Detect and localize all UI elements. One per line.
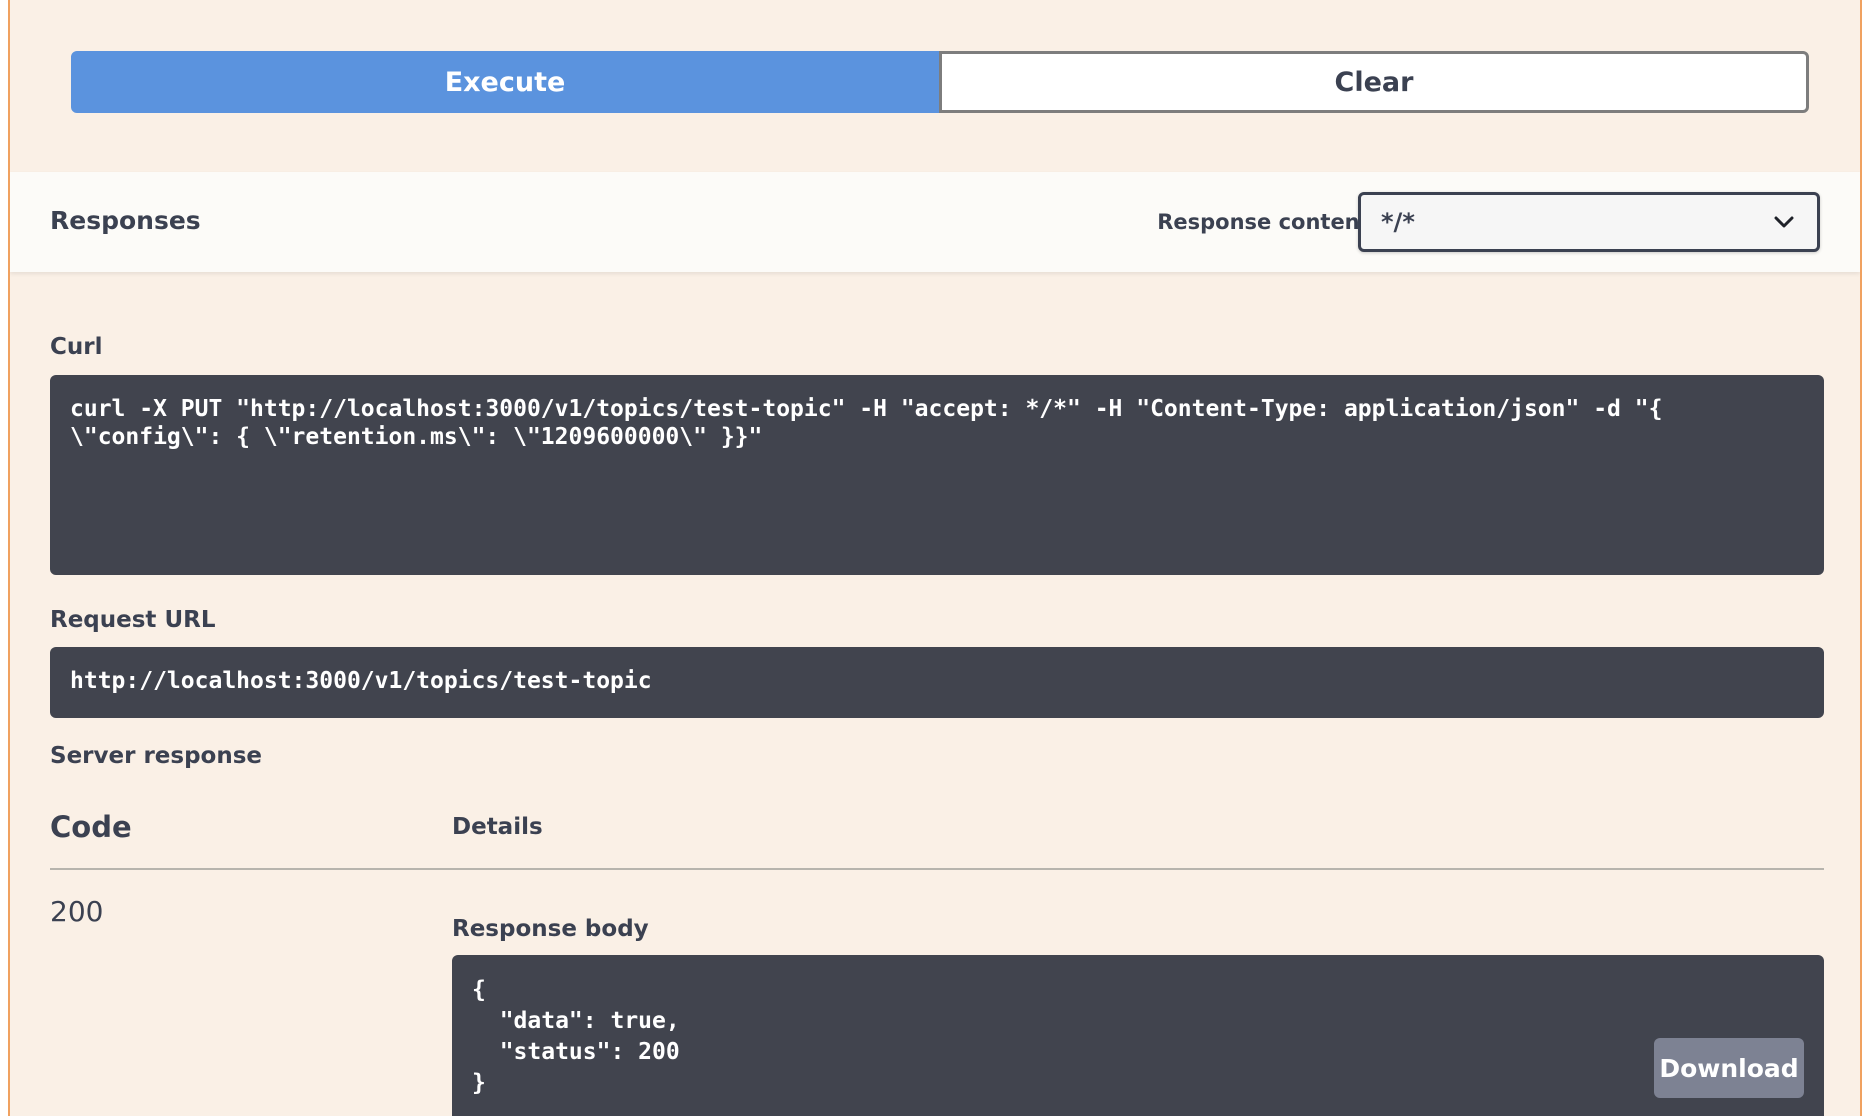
response-body: { "data": true, "status": 200 } Download	[452, 955, 1824, 1116]
responses-header: Responses Response content type */*	[10, 172, 1860, 272]
response-content-type-value: */*	[1381, 208, 1415, 236]
server-response-label: Server response	[50, 743, 263, 769]
response-status-code: 200	[50, 895, 104, 928]
response-body-text: { "data": true, "status": 200 }	[472, 977, 680, 1096]
curl-label: Curl	[50, 334, 103, 360]
response-content-type-select[interactable]: */*	[1358, 192, 1820, 252]
execute-button[interactable]: Execute	[71, 51, 939, 113]
details-column-header: Details	[452, 814, 543, 840]
execute-wrapper: Execute Clear	[71, 51, 1809, 113]
download-button[interactable]: Download	[1654, 1038, 1804, 1098]
responses-title: Responses	[50, 206, 201, 235]
clear-button[interactable]: Clear	[939, 51, 1809, 113]
operation-panel: Execute Clear Responses Response content…	[8, 0, 1862, 1116]
table-divider	[50, 868, 1824, 870]
code-column-header: Code	[50, 810, 132, 844]
request-url-value: http://localhost:3000/v1/topics/test-top…	[50, 647, 1824, 718]
request-url-label: Request URL	[50, 607, 216, 633]
curl-command: curl -X PUT "http://localhost:3000/v1/to…	[50, 375, 1824, 575]
response-body-label: Response body	[452, 916, 649, 942]
chevron-down-icon	[1774, 216, 1794, 228]
